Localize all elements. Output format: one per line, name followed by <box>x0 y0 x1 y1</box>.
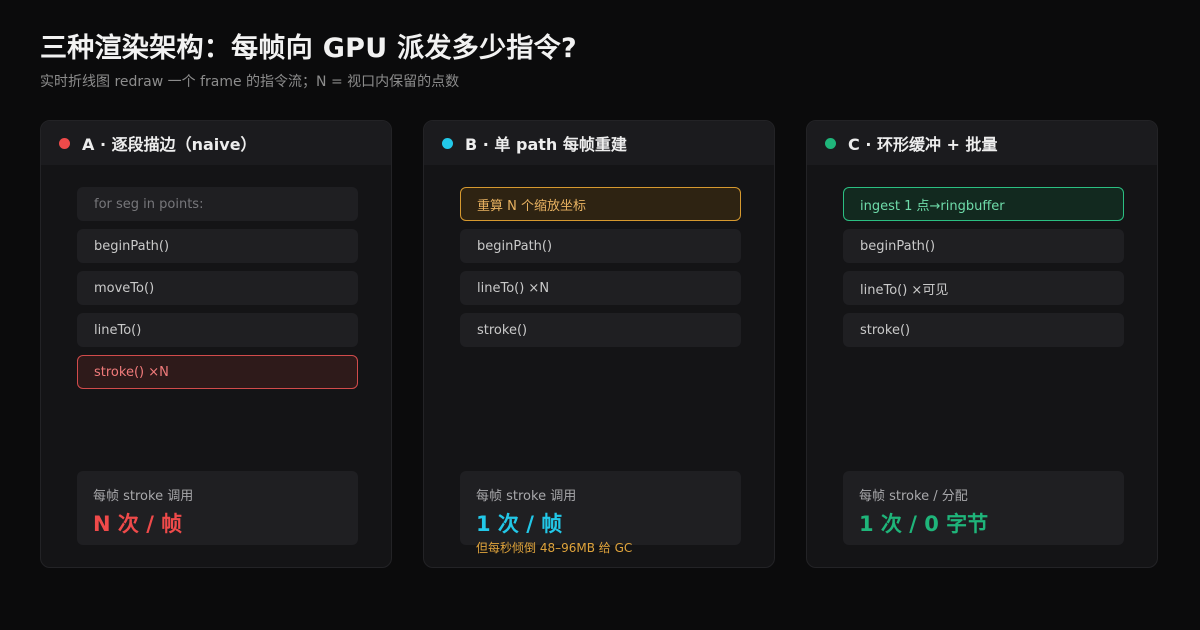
summary-label: 每帧 stroke 调用 <box>93 489 194 504</box>
panel-title: B · 单 path 每帧重建 <box>465 135 627 154</box>
summary-box: 每帧 stroke 调用 1 次 / 帧 但每秒倾倒 48–96MB 给 GC <box>460 471 741 555</box>
panel-naive: A · 逐段描边（naive） for seg in points: begin… <box>40 120 392 568</box>
summary-note: 但每秒倾倒 48–96MB 给 GC <box>476 541 633 555</box>
step-begin-path: beginPath() <box>77 229 358 263</box>
panel-ring-buffer: C · 环形缓冲 + 批量 ingest 1 点→ringbuffer begi… <box>806 120 1158 568</box>
step-line-to: lineTo() ×N <box>460 271 741 305</box>
step-stroke: stroke() <box>843 313 1124 347</box>
step-stroke: stroke() <box>460 313 741 347</box>
panel-single-path: B · 单 path 每帧重建 重算 N 个缩放坐标 beginPath() l… <box>423 120 775 568</box>
panel-header: C · 环形缓冲 + 批量 <box>807 121 1157 165</box>
step-ingest: ingest 1 点→ringbuffer <box>843 187 1124 221</box>
instruction-list: for seg in points: beginPath() moveTo() … <box>77 187 358 397</box>
instruction-list: ingest 1 点→ringbuffer beginPath() lineTo… <box>843 187 1124 355</box>
summary-value: N 次 / 帧 <box>93 512 183 536</box>
step-move-to: moveTo() <box>77 271 358 305</box>
step-line-to: lineTo() ×可见 <box>843 271 1124 305</box>
summary-box: 每帧 stroke 调用 N 次 / 帧 <box>77 471 358 545</box>
page-title: 三种渲染架构：每帧向 GPU 派发多少指令? <box>40 33 577 64</box>
step-begin-path: beginPath() <box>460 229 741 263</box>
summary-label: 每帧 stroke / 分配 <box>859 489 968 504</box>
summary-value: 1 次 / 0 字节 <box>859 512 989 536</box>
step-rescale: 重算 N 个缩放坐标 <box>460 187 741 221</box>
summary-box: 每帧 stroke / 分配 1 次 / 0 字节 <box>843 471 1124 545</box>
instruction-list: 重算 N 个缩放坐标 beginPath() lineTo() ×N strok… <box>460 187 741 355</box>
status-dot-icon <box>825 137 836 149</box>
step-begin-path: beginPath() <box>843 229 1124 263</box>
page-subtitle: 实时折线图 redraw 一个 frame 的指令流；N = 视口内保留的点数 <box>40 74 460 90</box>
panel-header: B · 单 path 每帧重建 <box>424 121 774 165</box>
panel-header: A · 逐段描边（naive） <box>41 121 391 165</box>
status-dot-icon <box>442 137 453 149</box>
panel-title: C · 环形缓冲 + 批量 <box>848 135 998 154</box>
step-stroke: stroke() ×N <box>77 355 358 389</box>
step-line-to: lineTo() <box>77 313 358 347</box>
summary-label: 每帧 stroke 调用 <box>476 489 577 504</box>
panel-title: A · 逐段描边（naive） <box>82 135 257 154</box>
summary-value: 1 次 / 帧 <box>476 512 563 536</box>
step-loop: for seg in points: <box>77 187 358 221</box>
status-dot-icon <box>59 137 70 149</box>
